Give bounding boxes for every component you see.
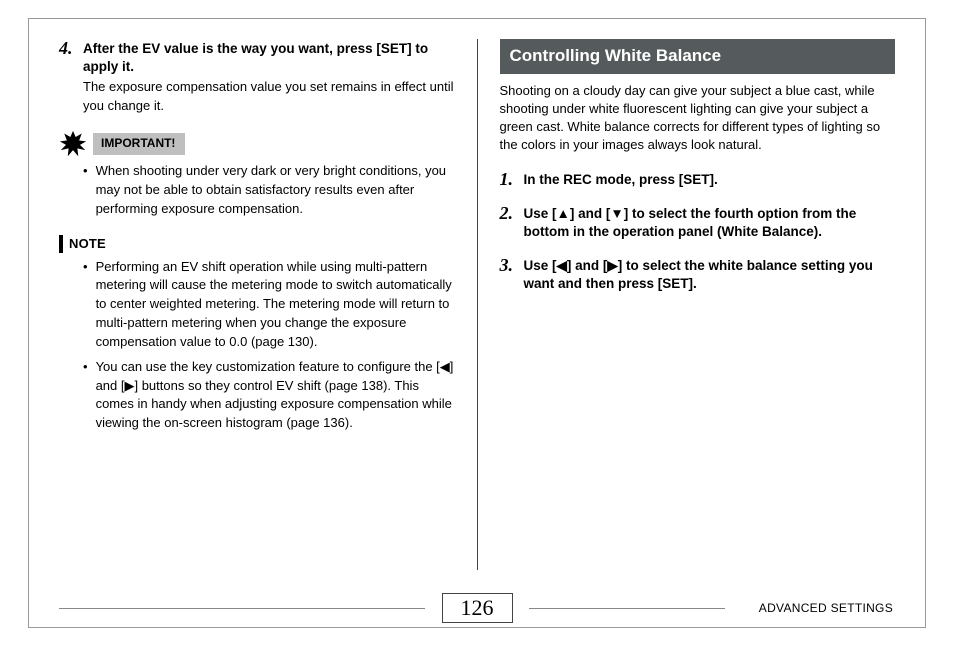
important-label: IMPORTANT! bbox=[93, 133, 185, 154]
note-label: NOTE bbox=[69, 235, 106, 254]
important-header: IMPORTANT! bbox=[59, 130, 455, 158]
footer-rule-right bbox=[529, 608, 725, 609]
note-callout: NOTE • Performing an EV shift operation … bbox=[59, 235, 455, 433]
step-1: 1. In the REC mode, press [SET]. bbox=[500, 170, 896, 190]
step-number: 2. bbox=[500, 204, 524, 224]
step-2: 2. Use [▲] and [▼] to select the fourth … bbox=[500, 204, 896, 241]
bullet-text: When shooting under very dark or very br… bbox=[96, 162, 455, 219]
note-bar-icon bbox=[59, 235, 63, 253]
left-column: 4. After the EV value is the way you wan… bbox=[59, 39, 477, 574]
page-frame: 4. After the EV value is the way you wan… bbox=[28, 18, 926, 628]
important-callout: IMPORTANT! • When shooting under very da… bbox=[59, 130, 455, 219]
bullet-dot: • bbox=[83, 162, 88, 219]
section-heading: Controlling White Balance bbox=[500, 39, 896, 74]
footer-section-label: ADVANCED SETTINGS bbox=[759, 601, 893, 615]
step-text: In the REC mode, press [SET]. bbox=[524, 170, 718, 189]
step-text: Use [◀] and [▶] to select the white bala… bbox=[524, 256, 896, 293]
intro-paragraph: Shooting on a cloudy day can give your s… bbox=[500, 82, 896, 155]
bullet-item: • Performing an EV shift operation while… bbox=[83, 258, 455, 352]
page-number: 126 bbox=[461, 595, 494, 620]
step-4-subtext: The exposure compensation value you set … bbox=[83, 78, 455, 116]
step-number: 3. bbox=[500, 256, 524, 276]
step-number: 1. bbox=[500, 170, 524, 190]
note-bullets: • Performing an EV shift operation while… bbox=[83, 258, 455, 434]
two-column-layout: 4. After the EV value is the way you wan… bbox=[29, 19, 925, 574]
important-bullets: • When shooting under very dark or very … bbox=[83, 162, 455, 219]
footer-rule-left bbox=[59, 608, 425, 609]
note-header: NOTE bbox=[59, 235, 455, 254]
page-footer: 126 ADVANCED SETTINGS bbox=[29, 589, 925, 627]
numbered-steps: 1. In the REC mode, press [SET]. 2. Use … bbox=[500, 170, 896, 293]
step-number: 4. bbox=[59, 39, 83, 59]
step-text: After the EV value is the way you want, … bbox=[83, 39, 455, 76]
step-4: 4. After the EV value is the way you wan… bbox=[59, 39, 455, 76]
step-text: Use [▲] and [▼] to select the fourth opt… bbox=[524, 204, 896, 241]
page-number-box: 126 bbox=[442, 593, 513, 623]
bullet-text: Performing an EV shift operation while u… bbox=[96, 258, 455, 352]
burst-icon bbox=[59, 130, 87, 158]
bullet-dot: • bbox=[83, 258, 88, 352]
step-3: 3. Use [◀] and [▶] to select the white b… bbox=[500, 256, 896, 293]
bullet-dot: • bbox=[83, 358, 88, 433]
right-column: Controlling White Balance Shooting on a … bbox=[478, 39, 896, 574]
bullet-text: You can use the key customization featur… bbox=[96, 358, 455, 433]
bullet-item: • When shooting under very dark or very … bbox=[83, 162, 455, 219]
bullet-item: • You can use the key customization feat… bbox=[83, 358, 455, 433]
